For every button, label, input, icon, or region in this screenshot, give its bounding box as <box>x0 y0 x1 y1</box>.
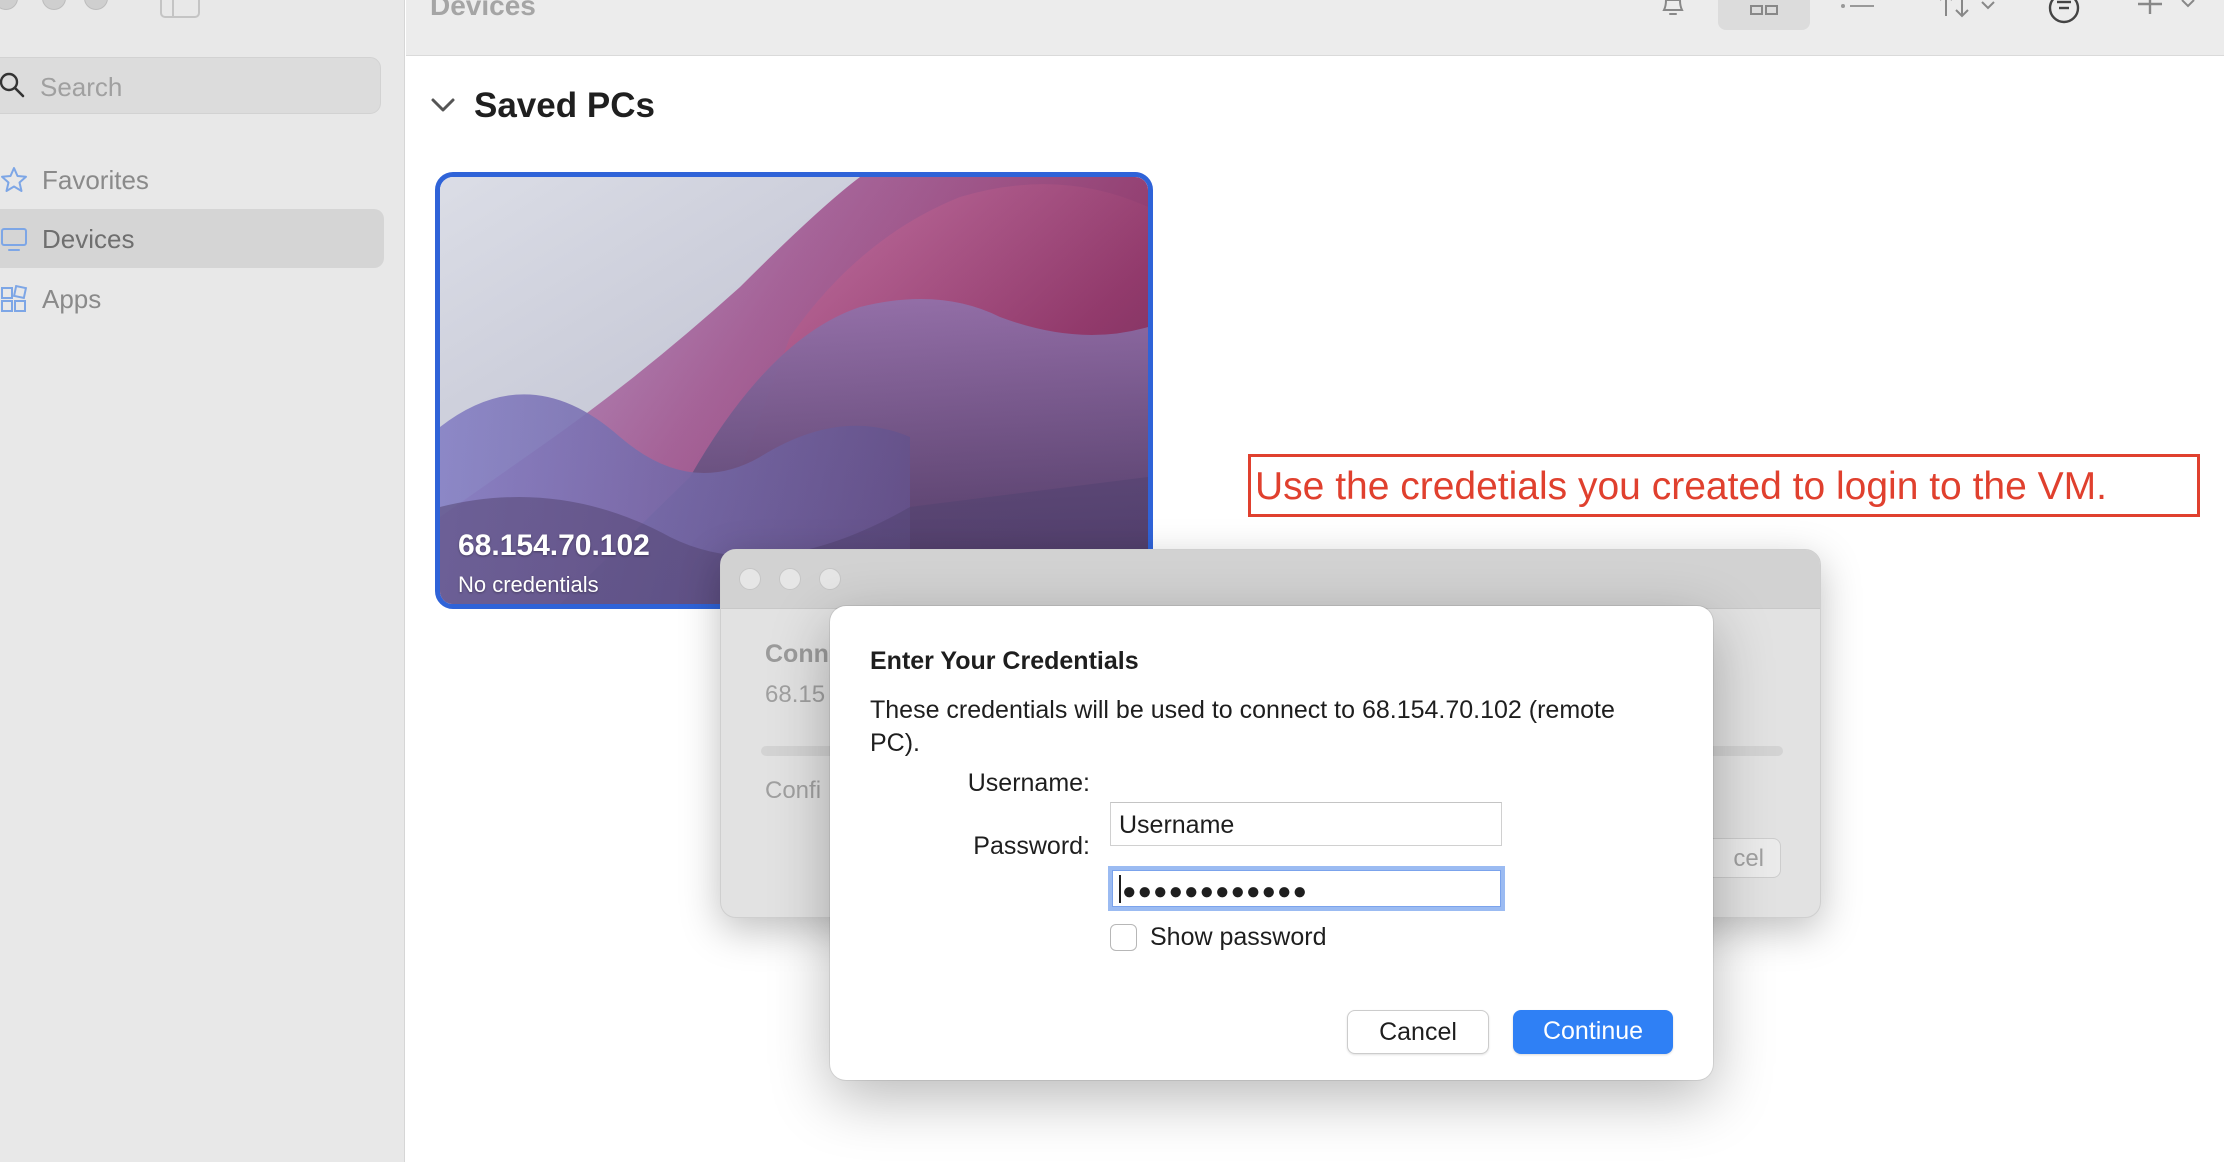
sort-icon[interactable] <box>1936 0 2006 26</box>
bell-icon[interactable] <box>1658 0 1688 22</box>
section-title: Saved PCs <box>474 86 655 125</box>
minimize-window-button[interactable] <box>42 0 66 10</box>
app-window: Search Favorites Devices Apps Devices Sa… <box>0 0 2224 1162</box>
show-password-checkbox[interactable] <box>1110 924 1137 951</box>
pc-address: 68.154.70.102 <box>458 529 650 562</box>
search-input[interactable]: Search <box>0 57 381 114</box>
list-view-icon[interactable] <box>1838 0 1878 22</box>
credentials-dialog: Enter Your Credentials These credentials… <box>830 606 1713 1080</box>
close-window-button[interactable] <box>0 0 18 10</box>
connection-heading: Conn <box>765 640 829 668</box>
monitor-icon <box>1 228 27 251</box>
username-value: Username <box>1119 811 1235 839</box>
show-password-label[interactable]: Show password <box>1150 923 1326 952</box>
username-field[interactable]: Username <box>1110 802 1502 846</box>
minimize-window-button[interactable] <box>779 568 801 590</box>
saved-pc-card[interactable]: 68.154.70.102 No credentials <box>435 172 1153 609</box>
zoom-window-button[interactable] <box>819 568 841 590</box>
search-placeholder: Search <box>40 72 123 102</box>
connection-address: 68.15 <box>765 681 826 708</box>
add-icon[interactable] <box>2134 0 2214 26</box>
filter-icon[interactable] <box>2046 0 2082 28</box>
sidebar-item-label: Devices <box>42 224 135 254</box>
cancel-button[interactable]: Cancel <box>1347 1010 1489 1054</box>
password-value: ●●●●●●●●●●●● <box>1122 878 1308 905</box>
connection-window-titlebar <box>721 550 1820 609</box>
grid-view-icon <box>1750 5 1778 15</box>
sidebar: Search Favorites Devices Apps <box>0 0 405 1162</box>
sidebar-toggle-icon[interactable] <box>160 0 200 18</box>
sidebar-item-devices[interactable]: Devices <box>0 209 384 268</box>
text-caret <box>1119 874 1121 903</box>
star-icon <box>1 167 27 192</box>
pc-credentials-status: No credentials <box>458 572 599 597</box>
chevron-down-icon[interactable] <box>430 95 456 115</box>
sidebar-item-apps[interactable]: Apps <box>0 269 384 328</box>
apps-icon <box>1 285 28 312</box>
connection-status: Confi <box>765 777 822 804</box>
search-icon <box>0 72 25 98</box>
close-window-button[interactable] <box>739 568 761 590</box>
grid-view-button[interactable] <box>1718 0 1810 30</box>
connection-cancel-label: cel <box>1733 845 1764 872</box>
sidebar-item-label: Favorites <box>42 165 149 195</box>
password-label: Password: <box>973 832 1090 860</box>
annotation-box: Use the credetials you created to login … <box>1248 454 2200 517</box>
toolbar: Devices <box>406 0 2224 56</box>
password-field[interactable]: ●●●●●●●●●●●● <box>1108 866 1505 911</box>
dialog-title: Enter Your Credentials <box>870 647 1139 675</box>
annotation-text: Use the credetials you created to login … <box>1255 465 2107 508</box>
sidebar-item-favorites[interactable]: Favorites <box>0 150 384 209</box>
zoom-window-button[interactable] <box>84 0 108 10</box>
continue-button[interactable]: Continue <box>1513 1010 1673 1054</box>
dialog-message: These credentials will be used to connec… <box>870 696 1615 757</box>
sidebar-item-label: Apps <box>42 284 102 314</box>
window-title: Devices <box>430 0 536 21</box>
username-label: Username: <box>967 769 1090 797</box>
